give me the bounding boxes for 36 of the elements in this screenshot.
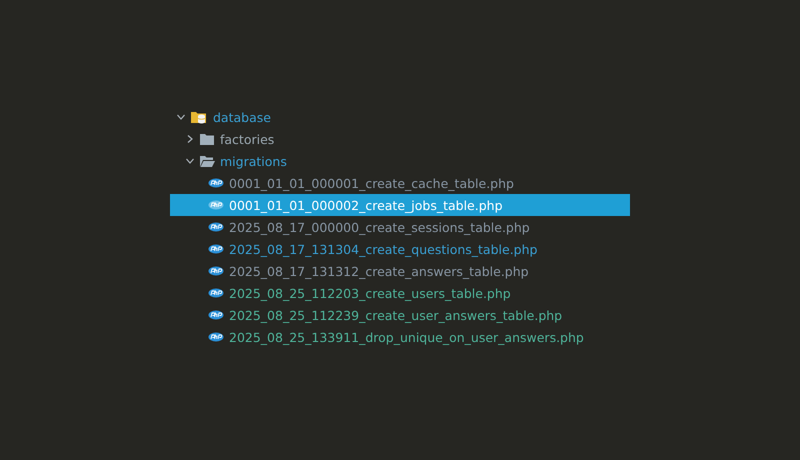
tree-item[interactable]: 0001_01_01_000002_create_jobs_table.php <box>170 194 630 216</box>
tree-item[interactable]: 2025_08_17_131304_create_questions_table.php <box>170 238 630 260</box>
php-file-icon <box>208 332 224 342</box>
tree-item[interactable]: 0001_01_01_000001_create_cache_table.php <box>170 172 630 194</box>
file-name: 2025_08_25_133911_drop_unique_on_user_answers.php <box>229 330 584 344</box>
database-folder-icon <box>190 110 208 124</box>
file-name: migrations <box>220 154 287 168</box>
file-name: 0001_01_01_000002_create_jobs_table.php <box>229 198 503 212</box>
file-name: factories <box>220 132 274 146</box>
file-name: 2025_08_25_112203_create_users_table.php <box>229 286 511 300</box>
file-name: database <box>213 110 271 124</box>
php-file-icon <box>208 178 224 188</box>
folder-icon <box>199 132 215 146</box>
file-name: 2025_08_17_131312_create_answers_table.php <box>229 264 529 278</box>
tree-item[interactable]: 2025_08_17_000000_create_sessions_table.php <box>170 216 630 238</box>
tree-item[interactable]: database <box>170 106 630 128</box>
php-file-icon <box>208 200 224 210</box>
tree-item[interactable]: 2025_08_25_112239_create_user_answers_table.php <box>170 304 630 326</box>
open-folder-icon <box>199 154 215 168</box>
php-file-icon <box>208 310 224 320</box>
php-file-icon <box>208 288 224 298</box>
tree-item[interactable]: 2025_08_25_133911_drop_unique_on_user_answers.php <box>170 326 630 348</box>
file-name: 2025_08_25_112239_create_user_answers_table.php <box>229 308 562 322</box>
chevron-icon[interactable] <box>185 134 195 144</box>
php-file-icon <box>208 244 224 254</box>
tree-item[interactable]: migrations <box>170 150 630 172</box>
file-name: 0001_01_01_000001_create_cache_table.php <box>229 176 514 190</box>
tree-item[interactable]: 2025_08_25_112203_create_users_table.php <box>170 282 630 304</box>
file-name: 2025_08_17_131304_create_questions_table.php <box>229 242 538 256</box>
php-file-icon <box>208 222 224 232</box>
php-file-icon <box>208 266 224 276</box>
file-name: 2025_08_17_000000_create_sessions_table.php <box>229 220 530 234</box>
chevron-icon[interactable] <box>185 156 195 166</box>
tree-item[interactable]: 2025_08_17_131312_create_answers_table.php <box>170 260 630 282</box>
tree-item[interactable]: factories <box>170 128 630 150</box>
chevron-icon[interactable] <box>176 112 186 122</box>
